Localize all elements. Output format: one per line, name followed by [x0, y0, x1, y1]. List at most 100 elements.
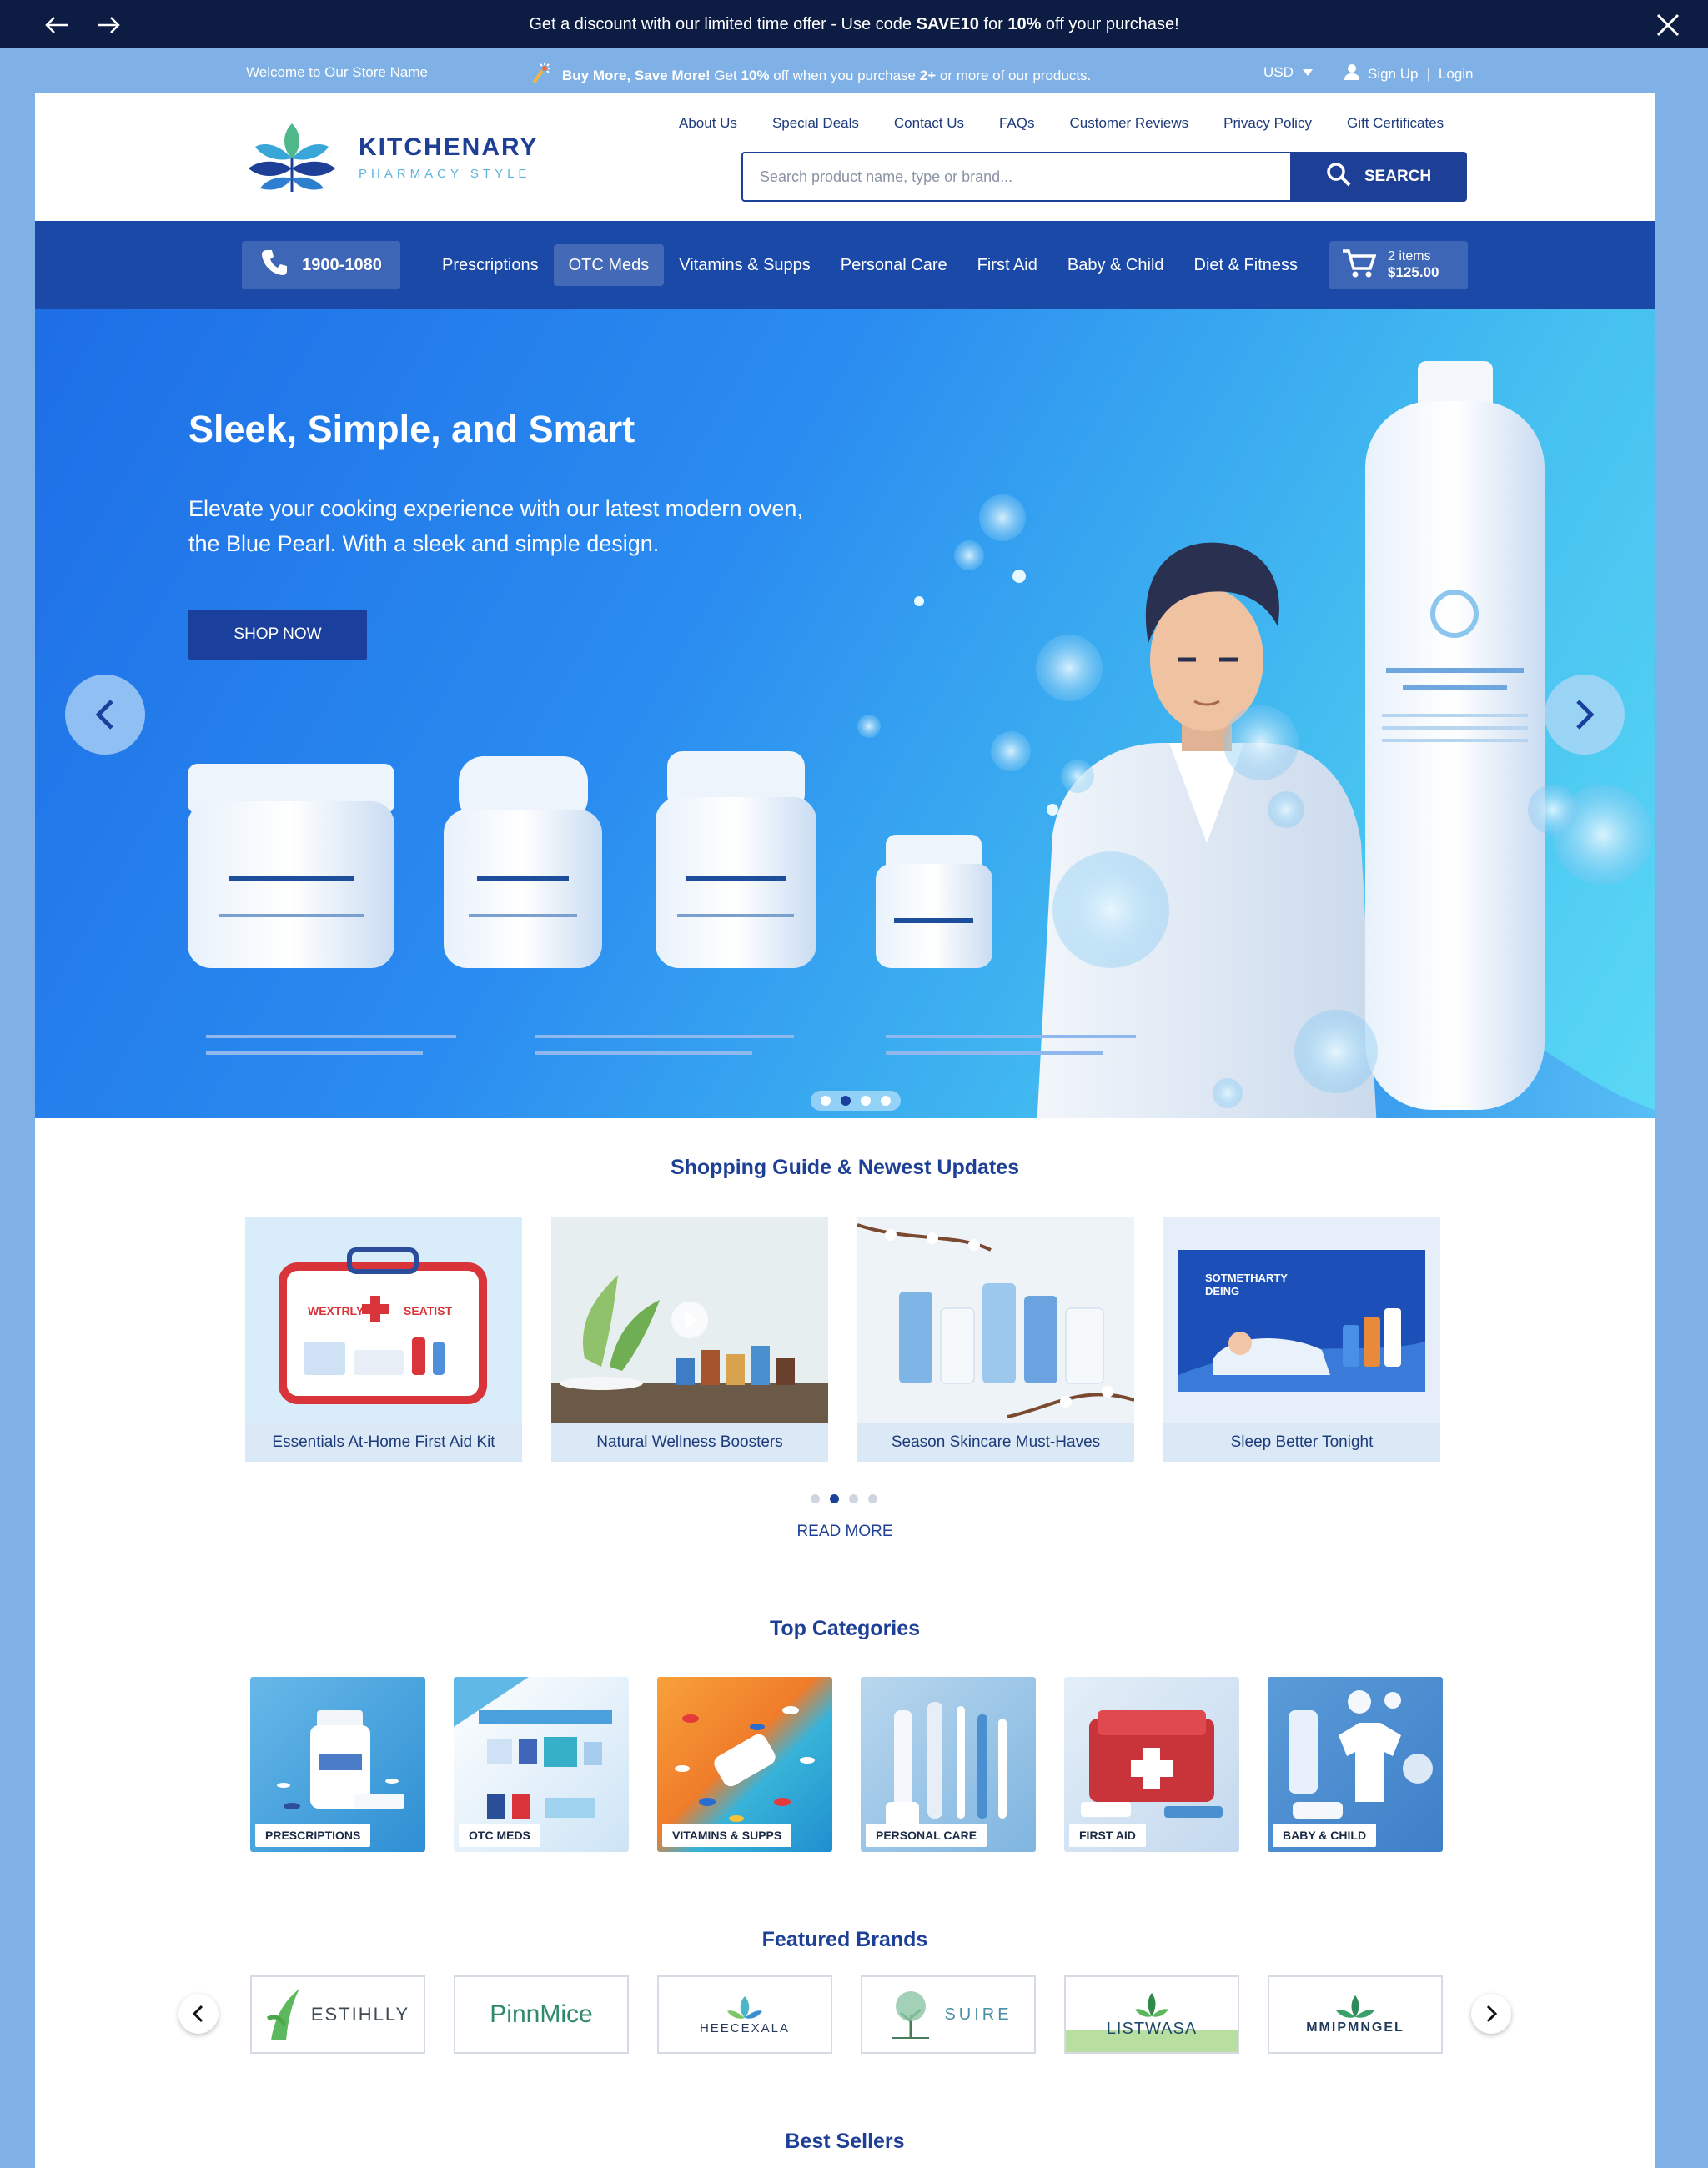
guide-dot[interactable] [868, 1494, 877, 1503]
guide-image-first-aid: WEXTRLY SEATIST [245, 1217, 522, 1423]
category-label: BABY & CHILD [1273, 1824, 1377, 1847]
guide-card[interactable]: SOTMETHARTY DEING Sleep Better Tonight [1163, 1217, 1440, 1462]
nav-item-baby-child[interactable]: Baby & Child [1052, 244, 1179, 286]
category-personal-care[interactable]: PERSONAL CARE [861, 1677, 1036, 1852]
search-button[interactable]: SEARCH [1290, 152, 1467, 202]
top-links: About Us Special Deals Contact Us FAQs C… [679, 115, 1444, 132]
hero-dot[interactable] [821, 1096, 831, 1106]
brand-name: SUIRE [944, 2005, 1012, 2024]
brand-tile[interactable]: ESTIHLLY [250, 1975, 425, 2054]
category-baby-child[interactable]: BABY & CHILD [1268, 1677, 1443, 1852]
cart-total: $125.00 [1388, 264, 1439, 280]
brand-name: HEECEXALA [699, 2020, 791, 2035]
close-icon[interactable] [1653, 10, 1683, 40]
arrow-right-icon[interactable] [92, 8, 125, 42]
brand-name: MMIPMNGEL [1306, 2020, 1404, 2035]
login-link[interactable]: Login [1439, 66, 1474, 83]
main-page: KITCHENARY PHARMACY STYLE About Us Speci… [35, 93, 1655, 2168]
guide-dot[interactable] [849, 1494, 858, 1503]
read-more-link[interactable]: READ MORE [35, 1523, 1655, 1541]
categories-title: Top Categories [769, 1617, 921, 1640]
brands-prev-button[interactable] [178, 1994, 219, 2034]
phone-button[interactable]: 1900-1080 [242, 241, 400, 289]
toplink-privacy[interactable]: Privacy Policy [1223, 115, 1312, 132]
search-bar: SEARCH [741, 152, 1467, 202]
arrow-left-icon[interactable] [40, 8, 73, 42]
nav-item-diet-fitness[interactable]: Diet & Fitness [1179, 244, 1313, 286]
guide-dot[interactable] [811, 1494, 820, 1503]
guide-card[interactable]: Natural Wellness Boosters [551, 1217, 828, 1462]
brand-logo-mark [266, 1989, 299, 2040]
brand-tile[interactable]: MMIPMNGEL [1268, 1975, 1443, 2054]
guide-title: Shopping Guide & Newest Updates [670, 1156, 1020, 1179]
hero-next-button[interactable] [1545, 675, 1625, 755]
guide-caption: Season Skincare Must-Haves [891, 1433, 1101, 1451]
guide-image-wellness [551, 1217, 828, 1423]
category-prescriptions[interactable]: PRESCRIPTIONS [250, 1677, 425, 1852]
category-label: PERSONAL CARE [866, 1824, 987, 1847]
category-label: PRESCRIPTIONS [255, 1824, 371, 1847]
category-otc-meds[interactable]: OTC MEDS [454, 1677, 629, 1852]
category-label: OTC MEDS [459, 1824, 540, 1847]
signup-link[interactable]: Sign Up [1368, 66, 1418, 83]
hero-dot-active[interactable] [841, 1096, 851, 1106]
brand-tile[interactable]: PinnMice [454, 1975, 629, 2054]
hero-prev-button[interactable] [65, 675, 145, 755]
shop-now-button[interactable]: SHOP NOW [188, 610, 367, 660]
guide-image-skincare [857, 1217, 1134, 1423]
store-logo[interactable]: KITCHENARY PHARMACY STYLE [245, 110, 539, 203]
brand-logo-mark [727, 1995, 762, 2019]
brand-tile[interactable]: LISTWASA [1064, 1975, 1239, 2054]
toplink-about[interactable]: About Us [679, 115, 737, 132]
category-label: VITAMINS & SUPPS [662, 1824, 792, 1847]
svg-text:WEXTRLY: WEXTRLY [308, 1304, 364, 1317]
nav-items: Prescriptions OTC Meds Vitamins & Supps … [427, 241, 1313, 289]
promo-banner: Buy More, Save More! Get 10% off when yo… [530, 63, 1091, 88]
search-input[interactable] [741, 152, 1290, 202]
nav-item-first-aid[interactable]: First Aid [962, 244, 1052, 286]
user-icon [1344, 63, 1359, 84]
guide-card[interactable]: Season Skincare Must-Haves [857, 1217, 1134, 1462]
brand-logo-mark [1336, 1995, 1374, 2018]
nav-item-otc-meds[interactable]: OTC Meds [553, 244, 665, 286]
toplink-contact[interactable]: Contact Us [894, 115, 964, 132]
best-sellers-title: Best Sellers [785, 2130, 905, 2153]
toplink-faqs[interactable]: FAQs [999, 115, 1035, 132]
hero-title: Sleek, Simple, and Smart [188, 408, 635, 450]
category-first-aid[interactable]: FIRST AID [1064, 1677, 1239, 1852]
brands-next-button[interactable] [1471, 1994, 1511, 2034]
brand-name: ESTIHLLY [310, 2004, 410, 2025]
brands-title: Featured Brands [761, 1928, 928, 1951]
logo-tagline: PHARMACY STYLE [359, 166, 531, 181]
hero-subtitle: Elevate your cooking experience with our… [188, 496, 803, 556]
guide-card[interactable]: WEXTRLY SEATIST Essentials At-Home First… [245, 1217, 522, 1462]
toplink-deals[interactable]: Special Deals [772, 115, 859, 132]
nav-item-personal-care[interactable]: Personal Care [826, 244, 962, 286]
hero-pagination [811, 1091, 901, 1111]
svg-text:SEATIST: SEATIST [404, 1304, 453, 1317]
chevron-left-icon [192, 2005, 203, 2023]
guide-caption: Essentials At-Home First Aid Kit [272, 1433, 495, 1451]
cart-count: 2 items [1388, 249, 1431, 263]
brand-tile[interactable]: HEECEXALA [657, 1975, 832, 2054]
utility-bar: Welcome to Our Store Name Buy More, Save… [0, 48, 1708, 93]
hero-dot[interactable] [861, 1096, 871, 1106]
logo-name: KITCHENARY [359, 133, 539, 161]
caret-down-icon [1302, 64, 1314, 81]
welcome-text: Welcome to Our Store Name [246, 64, 428, 80]
hero-dot[interactable] [881, 1096, 891, 1106]
category-vitamins[interactable]: VITAMINS & SUPPS [657, 1677, 832, 1852]
guide-dot-active[interactable] [830, 1494, 839, 1503]
cart-button[interactable]: 2 items $125.00 [1329, 241, 1468, 289]
toplink-reviews[interactable]: Customer Reviews [1070, 115, 1189, 132]
cart-icon [1343, 248, 1377, 283]
currency-selector[interactable]: USD [1263, 64, 1314, 81]
nav-item-prescriptions[interactable]: Prescriptions [427, 244, 554, 286]
chevron-right-icon [1486, 2005, 1498, 2023]
toplink-gift[interactable]: Gift Certificates [1347, 115, 1444, 132]
main-nav: 1900-1080 Prescriptions OTC Meds Vitamin… [35, 221, 1655, 309]
nav-item-vitamins[interactable]: Vitamins & Supps [664, 244, 826, 286]
brand-tile[interactable]: SUIRE [861, 1975, 1036, 2054]
guide-caption: Natural Wellness Boosters [596, 1433, 783, 1451]
guide-pagination [811, 1494, 877, 1503]
